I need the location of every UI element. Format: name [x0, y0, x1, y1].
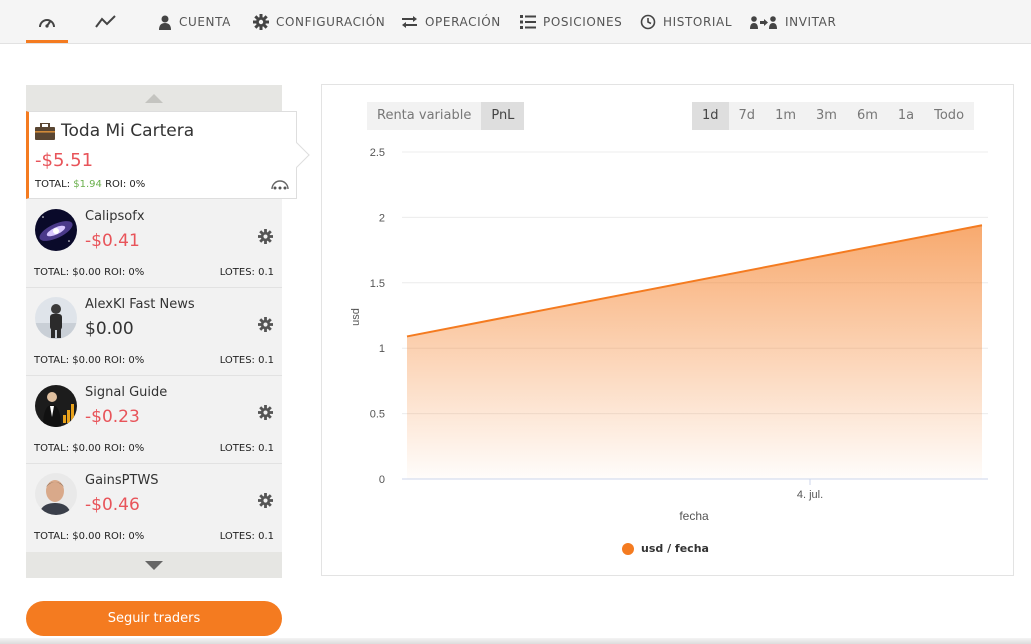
- y-tick-label: 1: [379, 343, 385, 355]
- y-tick-label: 2: [379, 212, 385, 224]
- arrow-up-icon: [145, 93, 163, 103]
- legend-label: usd / fecha: [641, 542, 709, 555]
- trader-name: AlexKl Fast News: [85, 297, 195, 312]
- gear-icon: [253, 14, 269, 30]
- nav-configuracion[interactable]: CONFIGURACIÓN: [253, 0, 385, 44]
- trader-stats: TOTAL: $0.00 ROI: 0%: [34, 267, 145, 278]
- nav-posiciones-label: POSICIONES: [543, 15, 623, 29]
- swap-arrows-icon: [402, 16, 417, 28]
- chart-area: [407, 225, 982, 479]
- x-axis-label: fecha: [679, 509, 709, 523]
- trader-stats: TOTAL: $0.00 ROI: 0%: [34, 443, 145, 454]
- card-pointer: [284, 142, 310, 168]
- gear-icon[interactable]: [258, 493, 273, 508]
- portfolio-panel: Toda Mi Cartera -$5.51 TOTAL: $1.94 ROI:…: [26, 85, 310, 578]
- y-tick-label: 0: [379, 474, 385, 486]
- trader-name: GainsPTWS: [85, 473, 159, 488]
- line-chart-icon: [95, 15, 116, 28]
- trader-lots: LOTES: 0.1: [219, 531, 274, 542]
- trader-name: Signal Guide: [85, 385, 168, 400]
- list-icon: [520, 15, 536, 29]
- nav-configuracion-label: CONFIGURACIÓN: [276, 15, 386, 29]
- trader-value: -$0.46: [85, 495, 140, 515]
- scroll-up-button[interactable]: [26, 85, 282, 111]
- trader-lots: LOTES: 0.1: [219, 443, 274, 454]
- nav-line-chart[interactable]: [95, 0, 117, 44]
- avatar: [35, 297, 77, 339]
- trader-stats: TOTAL: $0.00 ROI: 0%: [34, 531, 145, 542]
- y-axis-label: usd: [350, 308, 362, 326]
- briefcase-icon: [35, 123, 55, 140]
- nav-historial[interactable]: HISTORIAL: [640, 0, 732, 44]
- avatar: [35, 385, 77, 427]
- trader-name: Calipsofx: [85, 209, 145, 224]
- trader-value: -$0.41: [85, 231, 140, 251]
- chart-legend[interactable]: usd / fecha: [622, 542, 709, 555]
- portfolio-summary-card[interactable]: Toda Mi Cartera -$5.51 TOTAL: $1.94 ROI:…: [26, 111, 310, 199]
- portfolio-value: -$5.51: [35, 150, 94, 171]
- avatar: [35, 473, 77, 515]
- gear-icon[interactable]: [258, 405, 273, 420]
- avatar: [35, 209, 77, 251]
- nav-historial-label: HISTORIAL: [663, 15, 733, 29]
- scroll-down-button[interactable]: [26, 552, 282, 578]
- x-tick-label: 4. jul.: [797, 489, 823, 501]
- portfolio-total-value: $1.94: [73, 179, 102, 190]
- nav-operacion[interactable]: OPERACIÓN: [401, 0, 501, 44]
- pnl-chart: 0 0.5 1 1.5 2 2.5 4. jul. fecha usd: [350, 147, 988, 523]
- legend-dot: [622, 542, 634, 555]
- trader-lots: LOTES: 0.1: [219, 355, 274, 366]
- gauge-icon[interactable]: [270, 178, 290, 190]
- invite-users-icon: [750, 16, 777, 29]
- trader-item[interactable]: GainsPTWS -$0.46 TOTAL: $0.00 ROI: 0% LO…: [26, 464, 282, 552]
- portfolio-total-label: TOTAL:: [35, 179, 71, 190]
- user-icon: [159, 15, 171, 30]
- nav-invitar-label: INVITAR: [785, 15, 837, 29]
- trader-value: $0.00: [85, 319, 134, 339]
- chart-card: Renta variable PnL 1d 7d 1m 3m 6m 1a Tod…: [321, 84, 1014, 576]
- y-tick-label: 1.5: [370, 278, 385, 290]
- nav-cuenta-label: CUENTA: [179, 15, 231, 29]
- gear-icon[interactable]: [258, 229, 273, 244]
- nav-dashboard[interactable]: [38, 0, 56, 44]
- trader-value: -$0.23: [85, 407, 140, 427]
- bottom-edge: [0, 638, 1031, 644]
- follow-traders-button[interactable]: Seguir traders: [26, 601, 282, 636]
- y-tick-label: 0.5: [370, 409, 385, 421]
- arrow-down-icon: [145, 560, 163, 570]
- trader-item[interactable]: AlexKl Fast News $0.00 TOTAL: $0.00 ROI:…: [26, 288, 282, 376]
- active-tab-indicator: [26, 40, 68, 43]
- portfolio-title: Toda Mi Cartera: [61, 121, 195, 141]
- top-navigation: CUENTA CONFIGURACIÓN OPERACIÓN POSICIONE…: [0, 0, 1031, 44]
- nav-invitar[interactable]: INVITAR: [750, 0, 836, 44]
- trader-stats: TOTAL: $0.00 ROI: 0%: [34, 355, 145, 366]
- trader-lots: LOTES: 0.1: [219, 267, 274, 278]
- portfolio-roi: ROI: 0%: [105, 179, 146, 190]
- portfolio-stats: TOTAL: $1.94 ROI: 0%: [35, 179, 145, 190]
- nav-operacion-label: OPERACIÓN: [425, 15, 501, 29]
- nav-posiciones[interactable]: POSICIONES: [520, 0, 622, 44]
- y-tick-label: 2.5: [370, 147, 385, 159]
- trader-item[interactable]: Signal Guide -$0.23 TOTAL: $0.00 ROI: 0%…: [26, 376, 282, 464]
- nav-cuenta[interactable]: CUENTA: [158, 0, 231, 44]
- gear-icon[interactable]: [258, 317, 273, 332]
- clock-icon: [640, 14, 656, 30]
- dashboard-icon: [39, 19, 55, 28]
- trader-item[interactable]: Calipsofx -$0.41 TOTAL: $0.00 ROI: 0% LO…: [26, 200, 282, 288]
